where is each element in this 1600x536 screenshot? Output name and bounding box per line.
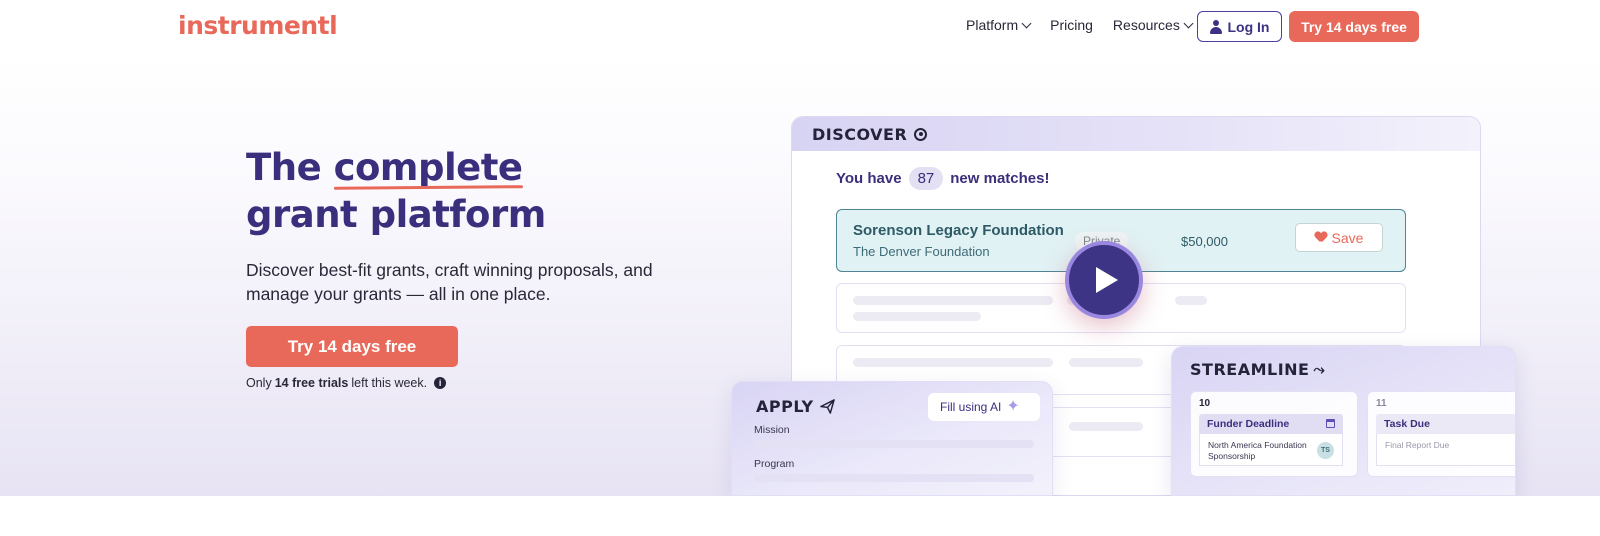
play-icon [1096,267,1118,293]
trial-note-prefix: Only [246,376,272,390]
calendar-icon [1326,419,1335,428]
nav-platform-label: Platform [966,17,1019,33]
hero-title-prefix: The [246,146,334,189]
nav-platform[interactable]: Platform [966,17,1032,33]
nav-resources[interactable]: Resources [1112,17,1194,33]
grant-name: Sorenson Legacy Foundation [853,222,1064,239]
calendar-day: 10 Funder Deadline North America Foundat… [1190,391,1358,477]
chevron-down-icon [1021,18,1032,28]
nav-trial-button[interactable]: Try 14 days free [1289,11,1419,42]
skeleton-bar [1069,422,1143,431]
event-detail: Final Report Due [1376,434,1515,466]
play-video-button[interactable] [1065,241,1143,319]
nav-pricing[interactable]: Pricing [1050,17,1093,33]
login-button[interactable]: Log In [1197,11,1282,42]
apply-card: APPLY Fill using AI ✦ Mission Program [731,381,1053,496]
save-button[interactable]: Save [1295,223,1383,252]
target-icon [914,127,928,141]
send-icon [819,399,835,414]
streamline-header: STREAMLINE ⤳ [1190,360,1325,379]
program-input[interactable] [754,474,1034,482]
apply-title: APPLY [756,397,814,416]
shuffle-icon: ⤳ [1313,361,1326,378]
grant-org: The Denver Foundation [853,244,990,259]
event-detail-text: Final Report Due [1385,440,1450,450]
trial-note-count: 14 free trials [274,376,349,390]
trial-note: Only 14 free trials left this week. i [246,376,447,390]
logo[interactable]: instrumentl [178,11,338,40]
trial-note-suffix: left this week. [351,376,428,390]
grant-amount: $50,000 [1181,234,1228,249]
event-detail: North America Foundation Sponsorship TS [1199,434,1343,466]
apply-header: APPLY [756,397,835,416]
skeleton-bar [853,358,1053,367]
skeleton-bar [1069,358,1143,367]
matches-count: 87 [908,167,944,190]
matches-suffix: new matches! [950,170,1050,187]
nav-pricing-label: Pricing [1050,17,1093,33]
page-bottom [0,496,1600,536]
skeleton-bar [853,296,1053,305]
event-title[interactable]: Funder Deadline [1199,414,1343,434]
event-title-label: Task Due [1384,418,1430,430]
sparkle-icon: ✦ [1006,398,1020,415]
hero-subtitle: Discover best-fit grants, craft winning … [246,260,653,304]
field-label-mission: Mission [754,424,790,436]
login-label: Log In [1227,18,1270,35]
save-label: Save [1331,229,1364,246]
matches-summary: You have 87 new matches! [836,167,1049,190]
chevron-down-icon [1183,18,1194,28]
nav-resources-label: Resources [1112,17,1180,33]
fill-ai-button[interactable]: Fill using AI ✦ [928,393,1040,421]
skeleton-bar [1175,296,1207,305]
top-nav: instrumentl Platform Pricing Resources L… [0,0,1600,54]
field-label-program: Program [754,458,795,470]
info-icon[interactable]: i [434,377,447,389]
discover-header: DISCOVER [792,117,1480,151]
streamline-title: STREAMLINE [1190,360,1310,379]
event-detail-text: North America Foundation Sponsorship [1208,440,1307,461]
discover-title: DISCOVER [812,124,908,144]
matches-prefix: You have [836,170,902,187]
hero-title-line2: grant platform [246,193,546,236]
event-title-label: Funder Deadline [1207,418,1290,430]
avatar: TS [1317,442,1334,459]
event-title[interactable]: Task Due [1376,414,1515,434]
hero-title: The complete grant platform [246,144,546,238]
user-icon [1209,19,1222,34]
skeleton-bar [853,312,981,321]
day-number: 10 [1199,398,1211,409]
calendar-day: 11 Task Due Final Report Due [1367,391,1515,477]
hero-trial-button[interactable]: Try 14 days free [246,326,458,367]
nav-links: Platform Pricing Resources [966,17,1212,33]
hero-title-emphasis: complete [333,146,523,189]
day-number: 11 [1376,398,1387,409]
fill-ai-label: Fill using AI [940,400,1002,414]
heart-icon [1315,232,1327,243]
mission-input[interactable] [754,440,1034,448]
streamline-card: STREAMLINE ⤳ 10 Funder Deadline North Am… [1171,346,1516,496]
